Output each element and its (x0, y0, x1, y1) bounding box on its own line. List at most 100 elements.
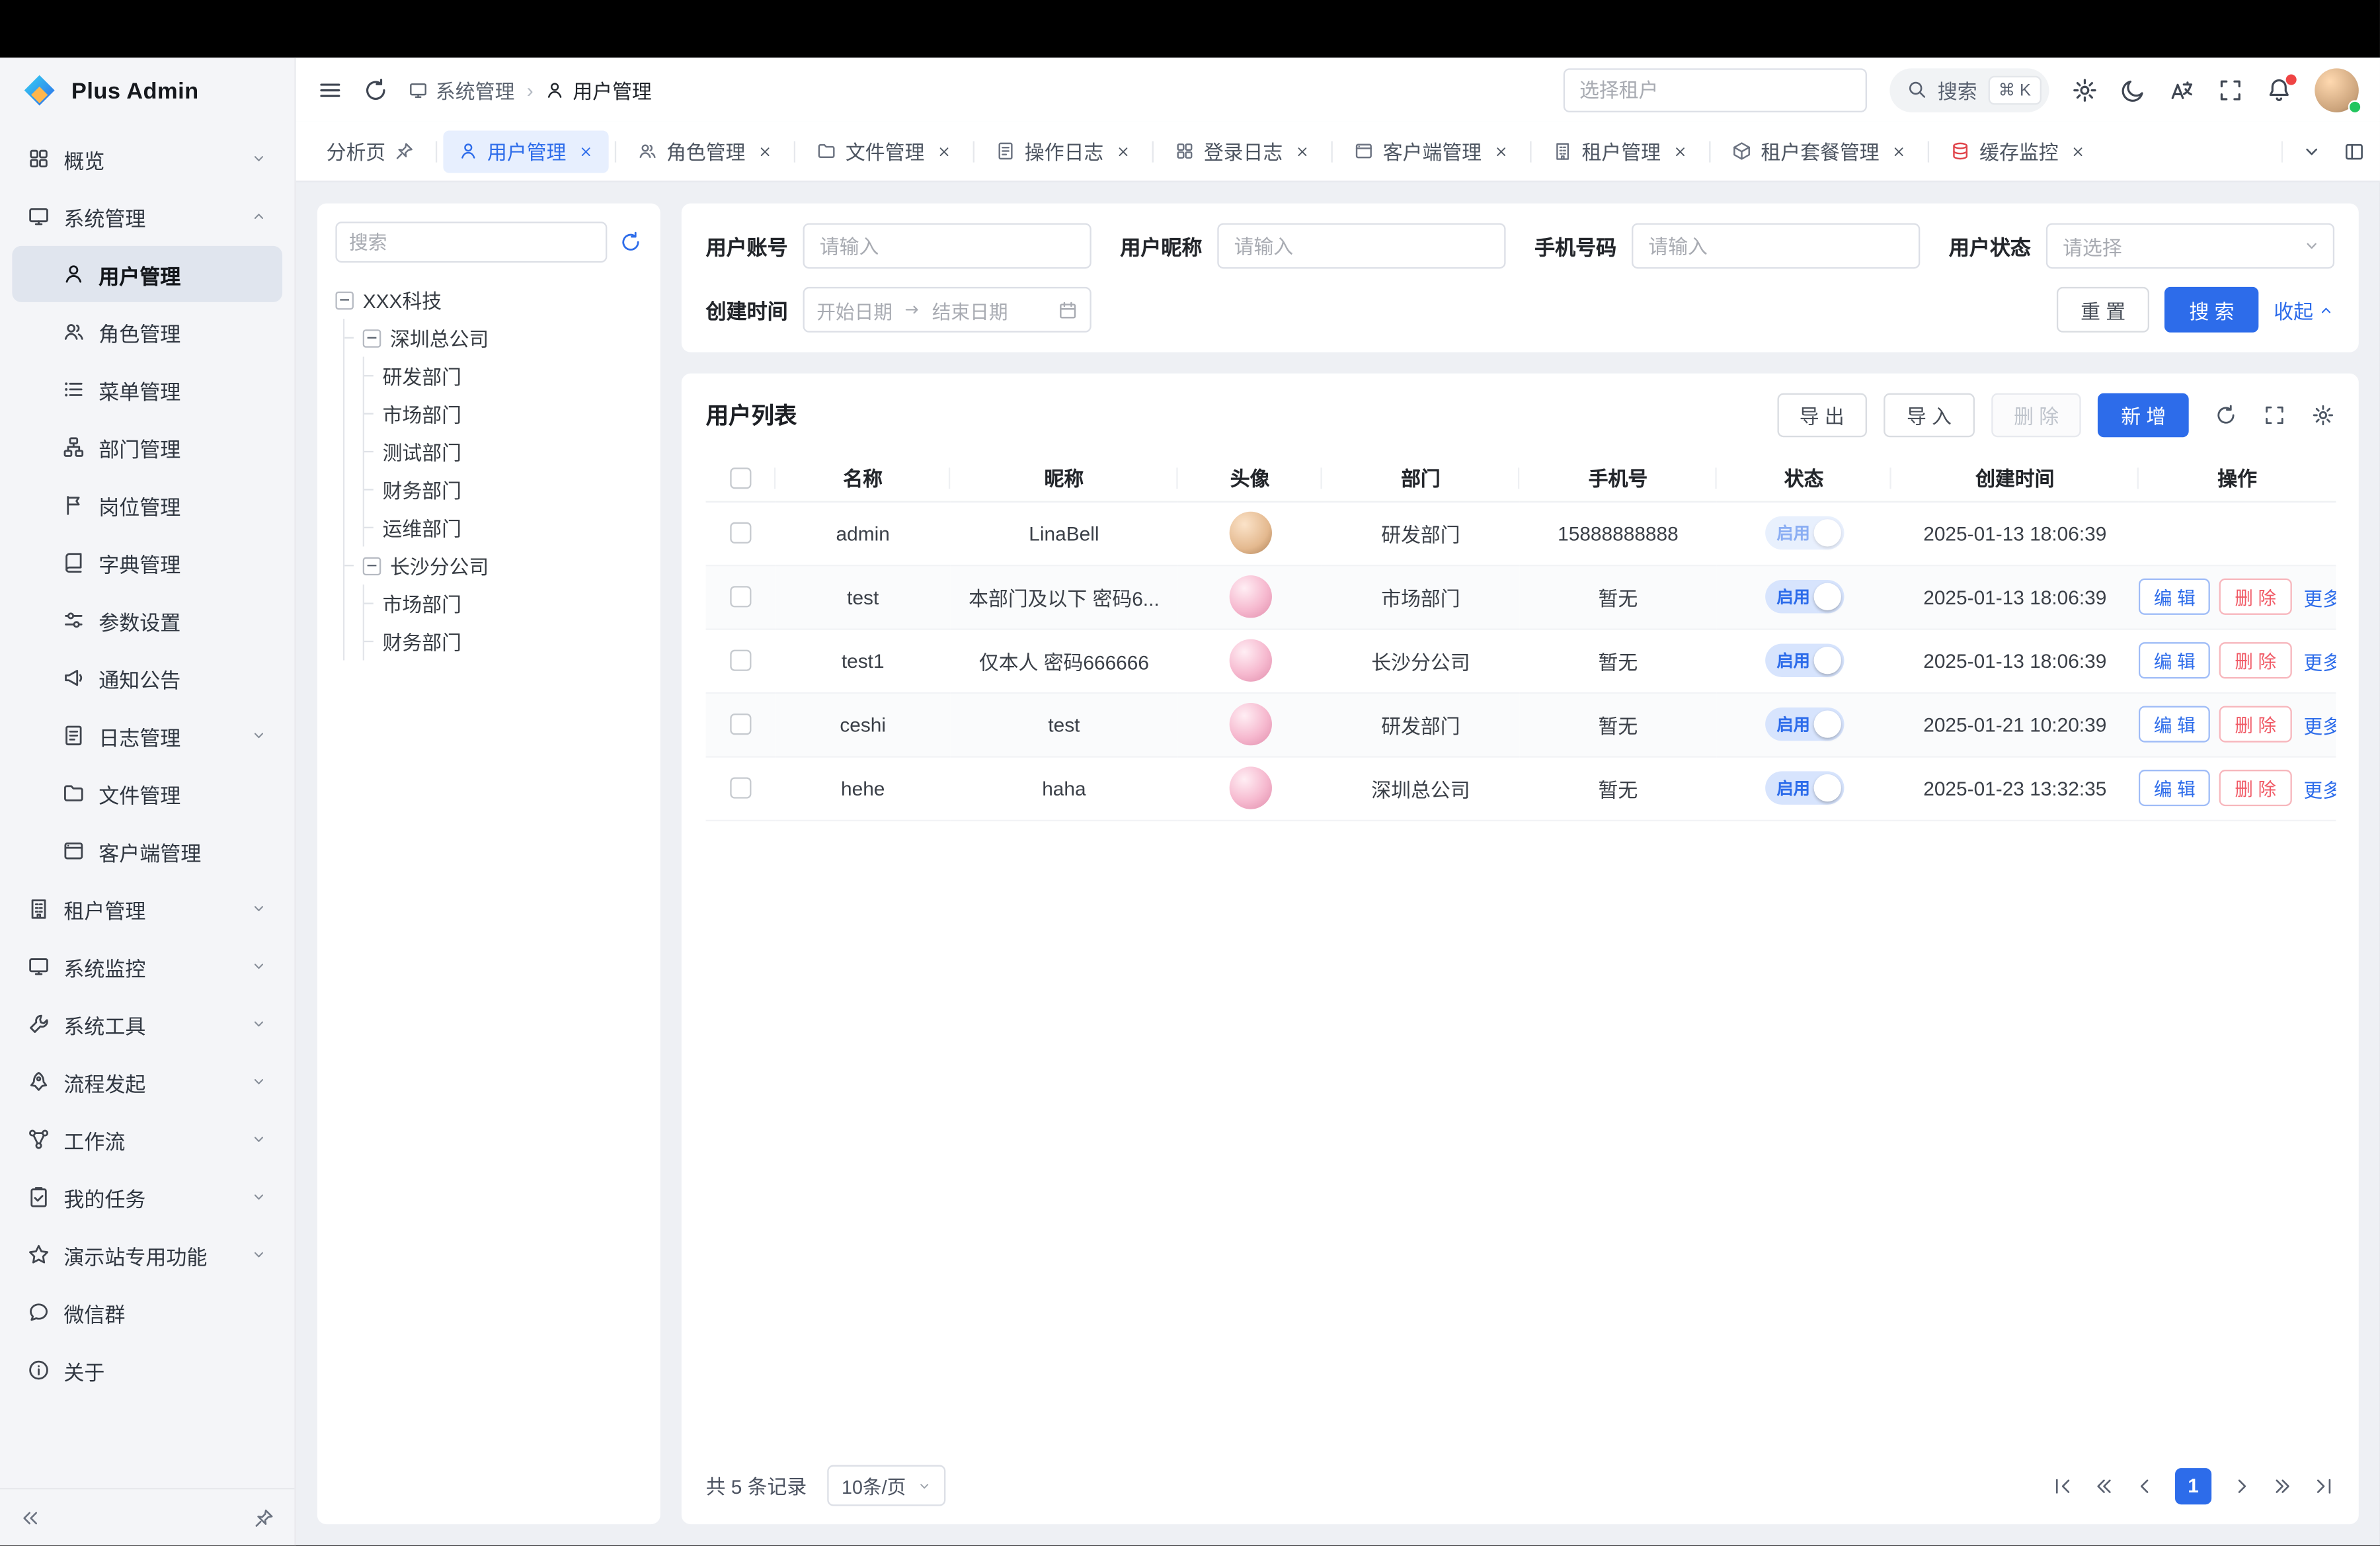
breadcrumb-item-user[interactable]: 用户管理 (545, 75, 652, 104)
sidebar-item-dept-mgmt[interactable]: 部门管理 (12, 419, 282, 475)
sidebar-item-sys-tools[interactable]: 系统工具 (12, 996, 282, 1052)
close-tab-icon[interactable] (1673, 143, 1688, 159)
tab-login-log[interactable]: 登录日志 (1160, 130, 1325, 172)
sidebar-item-about[interactable]: 关于 (12, 1342, 282, 1399)
close-tab-icon[interactable] (578, 143, 594, 159)
tabs-layout-icon[interactable] (2344, 140, 2365, 161)
language-icon[interactable] (2169, 77, 2195, 102)
refresh-page-icon[interactable] (363, 77, 389, 102)
tab-op-log[interactable]: 操作日志 (980, 130, 1146, 172)
last-page-button[interactable] (2313, 1475, 2334, 1496)
status-select[interactable]: 请选择 (2046, 223, 2334, 268)
export-button[interactable]: 导 出 (1776, 393, 1867, 438)
more-actions-link[interactable]: 更多 (2303, 582, 2336, 611)
row-checkbox[interactable] (730, 586, 751, 607)
user-avatar[interactable] (2315, 67, 2359, 112)
status-toggle[interactable]: 启用 (1765, 516, 1843, 550)
row-checkbox[interactable] (730, 650, 751, 671)
prev-pages-button[interactable] (2093, 1475, 2114, 1496)
delete-row-button[interactable]: 删 除 (2219, 642, 2291, 678)
search-button[interactable]: 搜 索 (2165, 287, 2258, 333)
fullscreen-icon[interactable] (2217, 77, 2243, 102)
sidebar-item-client-mgmt[interactable]: 客户端管理 (12, 823, 282, 879)
sidebar-item-demo-features[interactable]: 演示站专用功能 (12, 1227, 282, 1283)
sidebar-item-flow-start[interactable]: 流程发起 (12, 1053, 282, 1110)
table-settings-icon[interactable] (2312, 404, 2334, 427)
next-pages-button[interactable] (2272, 1475, 2293, 1496)
tree-node[interactable]: 运维部门 (375, 509, 642, 546)
prev-page-button[interactable] (2134, 1475, 2155, 1496)
nickname-input[interactable] (1217, 223, 1505, 268)
tree-node[interactable]: 测试部门 (375, 432, 642, 470)
status-toggle[interactable]: 启用 (1765, 708, 1843, 741)
sidebar-item-param-settings[interactable]: 参数设置 (12, 592, 282, 648)
tree-node[interactable]: 市场部门 (375, 585, 642, 622)
close-tab-icon[interactable] (1116, 143, 1131, 159)
edit-row-button[interactable]: 编 辑 (2139, 770, 2211, 806)
tree-collapse-icon[interactable] (363, 556, 381, 575)
close-tab-icon[interactable] (937, 143, 952, 159)
sidebar-item-dict-mgmt[interactable]: 字典管理 (12, 534, 282, 590)
collapse-sidebar-icon[interactable] (20, 1507, 41, 1528)
tenant-select-input[interactable] (1563, 67, 1866, 112)
sidebar-item-menu-mgmt[interactable]: 菜单管理 (12, 361, 282, 417)
tab-tenant-mgmt[interactable]: 租户管理 (1538, 130, 1703, 172)
close-tab-icon[interactable] (1493, 143, 1509, 159)
tree-collapse-icon[interactable] (335, 291, 354, 309)
import-button[interactable]: 导 入 (1884, 393, 1974, 438)
table-fullscreen-icon[interactable] (2263, 404, 2285, 427)
tree-node[interactable]: 深圳总公司 (355, 319, 642, 356)
account-input[interactable] (803, 223, 1091, 268)
sidebar-item-workflow[interactable]: 工作流 (12, 1112, 282, 1168)
sidebar-item-notice[interactable]: 通知公告 (12, 650, 282, 706)
edit-row-button[interactable]: 编 辑 (2139, 706, 2211, 743)
hamburger-menu-icon[interactable] (317, 77, 343, 102)
close-tab-icon[interactable] (1891, 143, 1907, 159)
page-size-select[interactable]: 10条/页 (828, 1465, 945, 1506)
row-checkbox[interactable] (730, 778, 751, 799)
sidebar-item-my-tasks[interactable]: 我的任务 (12, 1169, 282, 1225)
pin-sidebar-icon[interactable] (253, 1507, 274, 1528)
add-button[interactable]: 新 增 (2098, 393, 2189, 438)
app-logo[interactable]: Plus Admin (0, 58, 294, 124)
collapse-filters-link[interactable]: 收起 (2274, 296, 2334, 325)
select-all-checkbox[interactable] (730, 468, 751, 489)
sidebar-item-overview[interactable]: 概览 (12, 130, 282, 186)
sidebar-item-user-mgmt[interactable]: 用户管理 (12, 246, 282, 302)
delete-row-button[interactable]: 删 除 (2219, 579, 2291, 615)
tree-node[interactable]: XXX科技 (335, 281, 642, 319)
tree-node[interactable]: 研发部门 (375, 357, 642, 395)
date-range-input[interactable]: 开始日期 结束日期 (803, 287, 1091, 333)
delete-row-button[interactable]: 删 除 (2219, 770, 2291, 806)
sidebar-item-wechat-group[interactable]: 微信群 (12, 1284, 282, 1340)
tab-cache-monitor[interactable]: 缓存监控 (1936, 130, 2101, 172)
status-toggle[interactable]: 启用 (1765, 771, 1843, 805)
tab-file-mgmt[interactable]: 文件管理 (801, 130, 967, 172)
tab-role-mgmt[interactable]: 角色管理 (622, 130, 787, 172)
reset-button[interactable]: 重 置 (2056, 287, 2149, 333)
tab-client-mgmt[interactable]: 客户端管理 (1339, 130, 1524, 172)
tree-node[interactable]: 财务部门 (375, 622, 642, 660)
sidebar-item-system-mgmt[interactable]: 系统管理 (12, 188, 282, 245)
tree-node[interactable]: 财务部门 (375, 471, 642, 509)
sidebar-item-sys-monitor[interactable]: 系统监控 (12, 938, 282, 995)
edit-row-button[interactable]: 编 辑 (2139, 642, 2211, 678)
more-actions-link[interactable]: 更多 (2303, 646, 2336, 675)
status-toggle[interactable]: 启用 (1765, 643, 1843, 677)
more-actions-link[interactable]: 更多 (2303, 710, 2336, 739)
row-checkbox[interactable] (730, 713, 751, 735)
tree-node[interactable]: 市场部门 (375, 395, 642, 432)
close-tab-icon[interactable] (758, 143, 773, 159)
tree-node[interactable]: 长沙分公司 (355, 547, 642, 585)
tabs-dropdown-icon[interactable] (2301, 140, 2322, 161)
phone-input[interactable] (1632, 223, 1920, 268)
sidebar-item-log-mgmt[interactable]: 日志管理 (12, 708, 282, 764)
more-actions-link[interactable]: 更多 (2303, 774, 2336, 803)
row-checkbox[interactable] (730, 522, 751, 544)
edit-row-button[interactable]: 编 辑 (2139, 579, 2211, 615)
status-toggle[interactable]: 启用 (1765, 580, 1843, 614)
tree-search-input[interactable] (335, 222, 607, 263)
tree-refresh-icon[interactable] (619, 231, 642, 253)
sidebar-item-post-mgmt[interactable]: 岗位管理 (12, 477, 282, 533)
tab-tenant-plan-mgmt[interactable]: 租户套餐管理 (1717, 130, 1922, 172)
